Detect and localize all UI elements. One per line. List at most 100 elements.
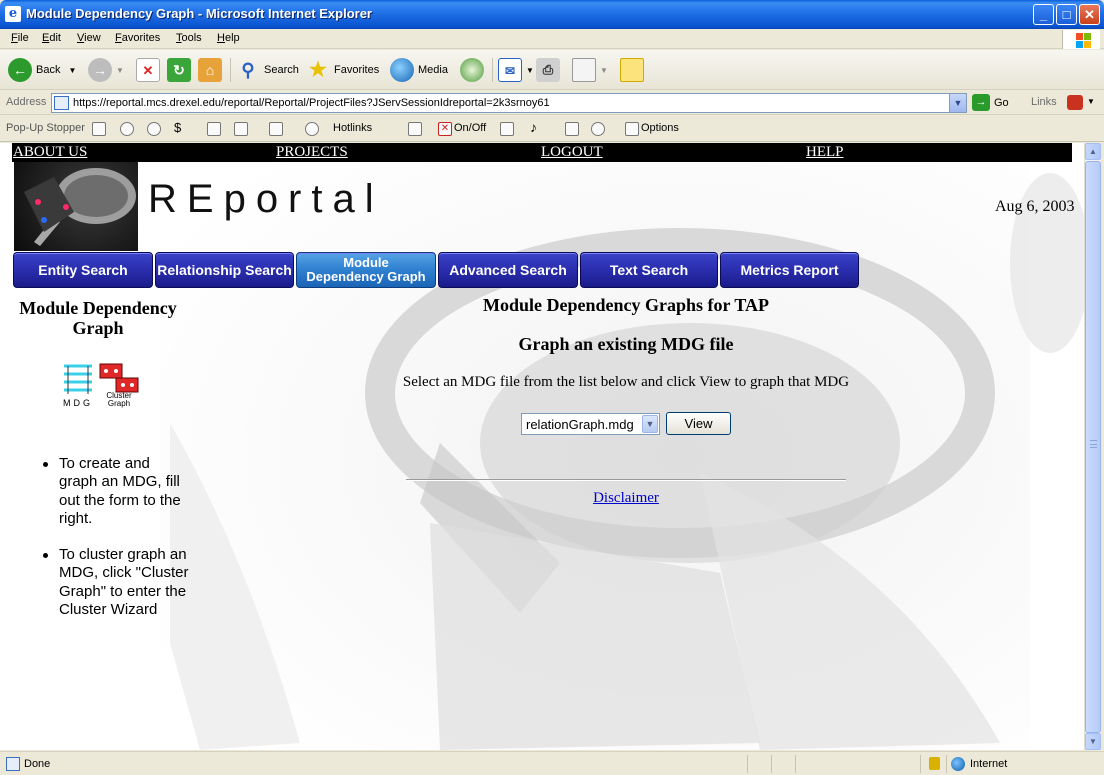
popup-tool-icon[interactable] <box>234 122 248 136</box>
nav-projects[interactable]: PROJECTS <box>276 144 348 161</box>
tab-advanced-search[interactable]: Advanced Search <box>438 252 578 288</box>
search-label: Search <box>264 64 299 76</box>
chevron-down-icon: ▼ <box>600 65 608 75</box>
mail-button[interactable]: ✉ ▼ <box>498 56 534 84</box>
speaker-icon[interactable] <box>500 122 514 136</box>
back-button[interactable]: ← Back ▼ <box>8 56 76 84</box>
media-button[interactable]: Media <box>390 56 448 84</box>
refresh-button[interactable]: ↻ <box>167 56 195 84</box>
chevron-down-icon[interactable]: ▼ <box>642 415 658 433</box>
options-icon <box>625 122 639 136</box>
media-globe-icon <box>390 58 414 82</box>
scrollbar-grip <box>1090 440 1097 448</box>
back-arrow-icon: ← <box>8 58 32 82</box>
edit-button[interactable]: ▼ <box>572 56 608 84</box>
options-button[interactable]: Options <box>641 122 679 134</box>
home-icon[interactable] <box>207 122 221 136</box>
address-bar: Address https://reportal.mcs.drexel.edu/… <box>0 91 1104 115</box>
onoff-button[interactable]: On/Off <box>454 122 486 134</box>
toolbar-extension-icon[interactable] <box>1067 95 1083 110</box>
history-icon <box>460 58 484 82</box>
scroll-up-button[interactable]: ▲ <box>1085 143 1101 160</box>
tab-relationship-search[interactable]: Relationship Search <box>155 252 294 288</box>
refresh-icon: ↻ <box>167 58 191 82</box>
stop-button[interactable]: ✕ <box>136 56 164 84</box>
music-note-icon[interactable]: ♪ <box>530 119 544 135</box>
messenger-button[interactable] <box>620 56 648 84</box>
nav-logout[interactable]: LOGOUT <box>541 144 603 161</box>
stop-icon: ✕ <box>136 58 160 82</box>
popup-tool-icon[interactable] <box>147 122 161 136</box>
logo-magnifier-image <box>14 162 138 251</box>
view-button[interactable]: View <box>666 412 731 435</box>
media-label: Media <box>418 64 448 76</box>
toolbar-separator <box>492 58 493 82</box>
history-button[interactable] <box>460 56 488 84</box>
popup-tool-icon[interactable] <box>269 122 283 136</box>
folder-icon[interactable] <box>408 122 422 136</box>
chevron-down-icon[interactable]: ▼ <box>1087 97 1095 106</box>
status-text-area: Done <box>6 757 50 771</box>
forward-button[interactable]: → ▼ <box>88 56 124 84</box>
scroll-down-button[interactable]: ▼ <box>1085 733 1101 750</box>
menu-view[interactable]: View <box>77 32 101 44</box>
menu-tools[interactable]: Tools <box>176 32 202 44</box>
tab-entity-search[interactable]: Entity Search <box>13 252 153 288</box>
mail-icon: ✉ <box>498 58 522 82</box>
mdg-file-select[interactable]: relationGraph.mdg ▼ <box>521 413 660 435</box>
standard-toolbar: ← Back ▼ → ▼ ✕ ↻ ⌂ ⚲ Search ★ Favorites … <box>0 50 1104 90</box>
chevron-down-icon: ▼ <box>116 65 124 75</box>
popup-tool-icon[interactable] <box>120 122 134 136</box>
hotlinks-button[interactable]: Hotlinks <box>333 122 372 134</box>
divider <box>406 479 846 481</box>
menu-bar: File Edit View Favorites Tools Help <box>0 29 1104 49</box>
status-divider <box>747 755 748 773</box>
tab-module-dependency-graph[interactable]: Module Dependency Graph <box>296 252 436 288</box>
scrollbar-thumb[interactable] <box>1085 161 1101 733</box>
section-heading: Graph an existing MDG file <box>518 334 734 354</box>
nav-about-us[interactable]: ABOUT US <box>13 144 87 161</box>
mdg-file-select-value: relationGraph.mdg <box>526 417 634 432</box>
edit-page-icon <box>572 58 596 82</box>
nav-help[interactable]: HELP <box>806 144 844 161</box>
link-icon[interactable] <box>305 122 319 136</box>
disclaimer-link[interactable]: Disclaimer <box>406 490 846 507</box>
maximize-button[interactable]: □ <box>1056 4 1077 25</box>
popup-tool-icon[interactable] <box>565 122 579 136</box>
popup-stopper-label: Pop-Up Stopper <box>6 122 85 134</box>
status-divider <box>795 755 796 773</box>
minimize-button[interactable]: _ <box>1033 4 1054 25</box>
popup-tool-icon[interactable] <box>591 122 605 136</box>
menu-help[interactable]: Help <box>217 32 240 44</box>
popup-tool-icon[interactable] <box>92 122 106 136</box>
reportal-logo-text: REportal <box>148 177 384 221</box>
main-tabs: Entity Search Relationship Search Module… <box>13 252 861 288</box>
menu-edit[interactable]: Edit <box>42 32 61 44</box>
menu-favorites[interactable]: Favorites <box>115 32 160 44</box>
cluster-graph-icon[interactable]: MDG Cluster Graph <box>58 360 140 410</box>
go-label: Go <box>994 96 1009 109</box>
search-button[interactable]: ⚲ Search <box>236 56 299 84</box>
favorites-button[interactable]: ★ Favorites <box>306 56 379 84</box>
print-button[interactable]: ⎙ <box>536 56 564 84</box>
go-button[interactable]: → Go <box>972 94 1009 111</box>
address-label: Address <box>6 96 47 108</box>
tab-text-search[interactable]: Text Search <box>580 252 718 288</box>
star-icon: ★ <box>309 59 327 81</box>
zone-label: Internet <box>970 758 1008 770</box>
tab-metrics-report[interactable]: Metrics Report <box>720 252 859 288</box>
sidebar-instructions: To create and graph an MDG, fill out the… <box>42 455 192 637</box>
toolbar-separator <box>230 58 231 82</box>
menu-file[interactable]: File <box>11 32 29 44</box>
home-icon: ⌂ <box>198 58 222 82</box>
links-label[interactable]: Links <box>1031 96 1057 108</box>
search-icon: ⚲ <box>241 60 255 80</box>
close-button[interactable]: ✕ <box>1079 4 1100 25</box>
address-input[interactable]: https://reportal.mcs.drexel.edu/reportal… <box>51 93 967 113</box>
vertical-scrollbar[interactable]: ▲ ▼ <box>1084 143 1101 750</box>
address-dropdown-icon[interactable]: ▼ <box>949 94 966 112</box>
dollar-icon[interactable]: $ <box>174 120 188 135</box>
home-button[interactable]: ⌂ <box>198 56 226 84</box>
sidebar-title: Module Dependency Graph <box>19 298 177 338</box>
ie-icon: e <box>5 6 21 22</box>
